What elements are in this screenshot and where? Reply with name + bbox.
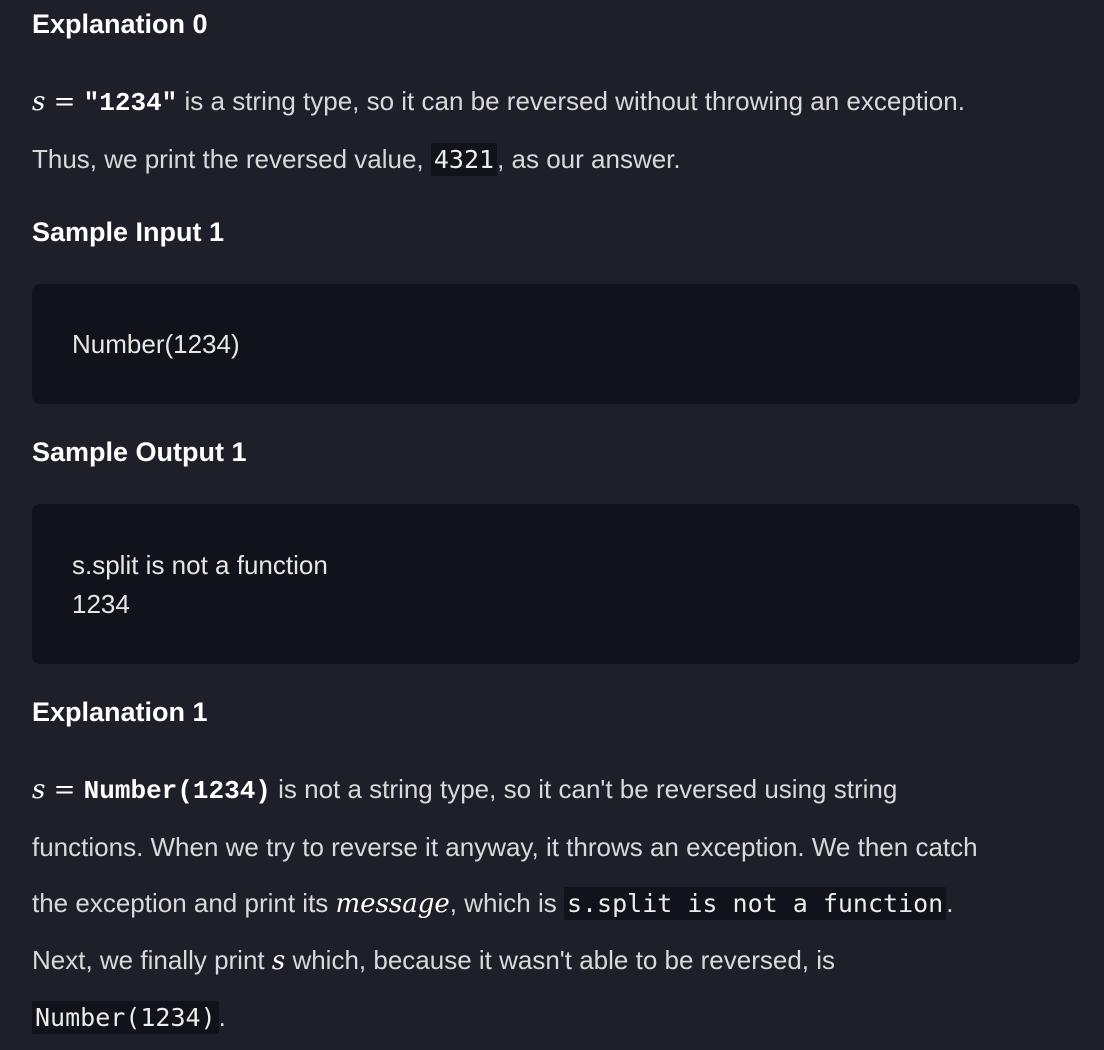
explanation-0-text: s = "1234" is a string type, so it can b… xyxy=(32,73,1072,188)
explanation-1-line-1-rest: is not a string type, so it can't be rev… xyxy=(270,774,898,804)
inline-code-4321: 4321 xyxy=(430,143,498,176)
explanation-1-line-3: the exception and print its message, whi… xyxy=(32,875,1072,932)
explanation-1-line-5-after: . xyxy=(218,1002,226,1032)
explanation-1-text: s = Number(1234) is not a string type, s… xyxy=(32,761,1072,1046)
variable-s: s xyxy=(32,775,46,805)
sample-input-1-block: Number(1234) xyxy=(32,284,1080,404)
inline-code-number-1234: Number(1234) xyxy=(32,1001,219,1034)
explanation-0-line-2-after: , as our answer. xyxy=(497,144,681,174)
equals-sign: = xyxy=(45,87,84,117)
sample-output-1-heading: Sample Output 1 xyxy=(32,437,247,467)
explanation-1-line-3-before: the exception and print its xyxy=(32,888,336,918)
equals-sign: = xyxy=(45,775,84,805)
inline-code-error-message: s.split is not a function xyxy=(563,887,947,920)
variable-s: s xyxy=(271,946,286,976)
explanation-1-line-3-after: . xyxy=(946,888,954,918)
explanation-0-heading: Explanation 0 xyxy=(32,9,208,39)
sample-output-1-line-1: s.split is not a function xyxy=(72,550,328,580)
explanation-1-heading: Explanation 1 xyxy=(32,697,208,727)
number-value: Number(1234) xyxy=(83,776,271,806)
explanation-1-line-4-before: Next, we finally print xyxy=(32,945,272,975)
explanation-0-line-2: Thus, we print the reversed value, 4321,… xyxy=(32,131,1072,188)
sample-input-1-heading: Sample Input 1 xyxy=(32,217,225,247)
string-value: "1234" xyxy=(83,88,178,118)
explanation-1-line-4-after: which, because it wasn't able to be reve… xyxy=(285,945,836,975)
explanation-1-line-3-middle: , which is xyxy=(449,888,564,918)
sample-input-1-line: Number(1234) xyxy=(72,329,240,359)
sample-output-1-block: s.split is not a function 1234 xyxy=(32,504,1080,664)
sample-output-1-line-2: 1234 xyxy=(72,589,130,619)
explanation-1-line-5: Number(1234). xyxy=(32,989,1072,1046)
explanation-0-line-2-before: Thus, we print the reversed value, xyxy=(32,144,431,174)
explanation-1-line-1: s = Number(1234) is not a string type, s… xyxy=(32,761,1072,819)
variable-s: s xyxy=(32,87,46,117)
explanation-0-line-1: s = "1234" is a string type, so it can b… xyxy=(32,73,1072,131)
problem-statement-page: Explanation 0 s = "1234" is a string typ… xyxy=(0,0,1104,1050)
explanation-1-line-2: functions. When we try to reverse it any… xyxy=(32,832,978,862)
explanation-0-line-1-rest: is a string type, so it can be reversed … xyxy=(177,86,965,116)
math-message: message xyxy=(335,889,450,919)
explanation-1-line-4: Next, we finally print s which, because … xyxy=(32,932,1072,989)
